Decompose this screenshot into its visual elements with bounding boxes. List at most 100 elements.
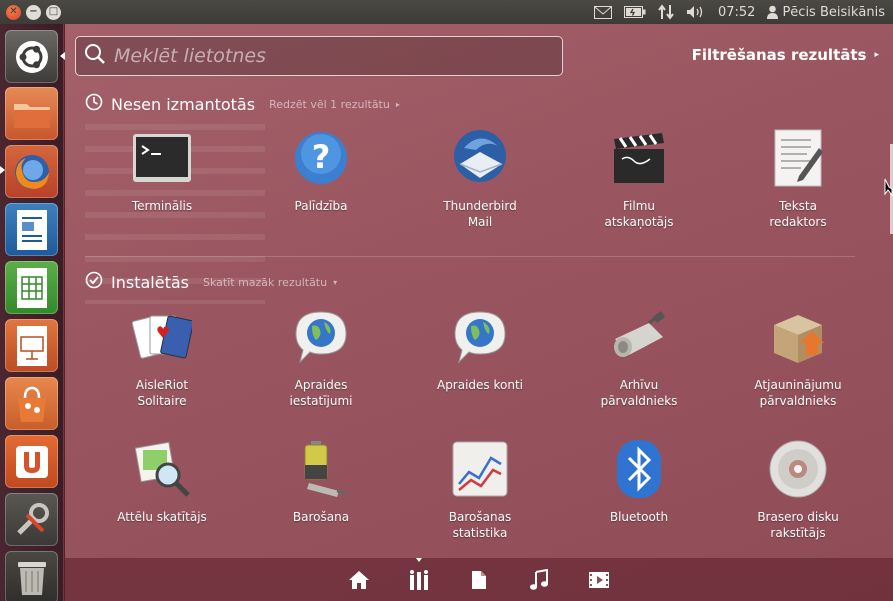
recent-section-header: Nesen izmantotās Redzēt vēl 1 rezultātu … — [85, 93, 400, 115]
files-icon[interactable] — [467, 568, 491, 592]
ubuntu-one-icon[interactable] — [5, 435, 58, 488]
user-menu[interactable]: Pēcis Beisikānis — [767, 5, 885, 20]
battery-icon[interactable] — [623, 6, 646, 18]
installed-section-title: Instalētās — [111, 272, 189, 292]
home-folder-icon[interactable] — [5, 87, 58, 140]
recent-more-label: Redzēt vēl 1 rezultātu — [269, 97, 390, 111]
app-tile-movie-player[interactable]: Filmu atskaņotājs — [574, 126, 704, 230]
window-controls: ✕ − □ — [0, 4, 61, 20]
power-battery-icon — [289, 437, 353, 501]
app-tile-help[interactable]: ? Palīdzība — [256, 126, 386, 214]
bluetooth-icon — [607, 437, 671, 501]
volume-icon[interactable] — [686, 5, 706, 19]
thunderbird-icon — [448, 126, 512, 190]
cards-icon: ♥ — [130, 305, 194, 369]
app-label: Barošana — [292, 510, 350, 524]
music-icon[interactable] — [527, 568, 551, 592]
indicator-area: 07:52 Pēcis Beisikānis — [593, 4, 893, 20]
app-tile-power-statistics[interactable]: Barošanas statistika — [415, 437, 545, 541]
active-lens-pip — [416, 558, 422, 562]
help-icon: ? — [289, 126, 353, 190]
minimize-icon[interactable]: − — [26, 4, 41, 20]
image-viewer-icon — [130, 437, 194, 501]
trash-icon[interactable] — [5, 551, 58, 601]
section-divider — [85, 256, 855, 257]
installed-less-label: Skatīt mazāk rezultātu — [202, 275, 328, 289]
svg-text:♥: ♥ — [156, 323, 170, 342]
chevron-right-icon: ▸ — [874, 50, 879, 60]
power-stats-icon — [448, 437, 512, 501]
mouse-cursor-icon — [884, 178, 893, 200]
dash: Filtrēšanas rezultāts ▸ Nesen izmantotās… — [65, 24, 893, 601]
applications-icon[interactable] — [407, 568, 431, 592]
software-center-icon[interactable] — [5, 377, 58, 430]
app-label: AisleRiot Solitaire — [135, 378, 189, 408]
app-label: Terminālis — [131, 199, 193, 213]
ubuntu-logo-icon[interactable] — [5, 30, 58, 83]
chevron-down-icon: ▾ — [333, 277, 338, 287]
recent-section-title: Nesen izmantotās — [111, 94, 256, 114]
running-pip — [0, 166, 5, 174]
maximize-icon[interactable]: □ — [46, 4, 61, 20]
text-editor-icon — [766, 126, 830, 190]
app-tile-aisleriot[interactable]: ♥ AisleRiot Solitaire — [97, 305, 227, 409]
installed-less-link[interactable]: Skatīt mazāk rezultātu ▾ — [203, 276, 337, 289]
installed-section-header: Instalētās Skatīt mazāk rezultātu ▾ — [85, 271, 337, 293]
app-label: Filmu atskaņotājs — [604, 199, 674, 229]
video-icon[interactable] — [587, 568, 611, 592]
update-box-icon — [766, 305, 830, 369]
firefox-icon[interactable] — [5, 145, 58, 198]
filter-results-button[interactable]: Filtrēšanas rezultāts ▸ — [692, 46, 879, 64]
user-name: Pēcis Beisikānis — [782, 4, 885, 20]
app-label: Thunderbird Mail — [443, 199, 517, 229]
app-tile-bluetooth[interactable]: Bluetooth — [574, 437, 704, 525]
clapperboard-icon — [607, 126, 671, 190]
search-box[interactable] — [75, 36, 563, 76]
launcher — [0, 24, 65, 601]
app-label: Palīdzība — [294, 199, 348, 213]
app-label: Teksta redaktors — [769, 199, 827, 229]
app-tile-broadcast-settings[interactable]: Apraides iestatījumi — [256, 305, 386, 409]
app-tile-broadcast-accounts[interactable]: Apraides konti — [415, 305, 545, 393]
app-tile-archive-manager[interactable]: Arhīvu pārvaldnieks — [574, 305, 704, 409]
svg-text:?: ? — [312, 138, 331, 176]
search-icon — [84, 43, 106, 69]
app-tile-power[interactable]: Barošana — [256, 437, 386, 525]
app-tile-update-manager[interactable]: Atjauninājumu pārvaldnieks — [733, 305, 863, 409]
app-tile-thunderbird[interactable]: Thunderbird Mail — [415, 126, 545, 230]
network-icon[interactable] — [658, 4, 674, 20]
app-label: Apraides konti — [436, 378, 524, 392]
broadcast-globe-icon — [448, 305, 512, 369]
app-label: Brasero disku rakstītājs — [757, 510, 839, 540]
clock[interactable]: 07:52 — [718, 5, 755, 20]
archive-icon — [607, 305, 671, 369]
disc-burner-icon — [766, 437, 830, 501]
close-icon[interactable]: ✕ — [6, 4, 21, 20]
app-tile-image-viewer[interactable]: Attēlu skatītājs — [97, 437, 227, 525]
app-label: Arhīvu pārvaldnieks — [600, 378, 678, 408]
recent-more-link[interactable]: Redzēt vēl 1 rezultātu ▸ — [269, 98, 400, 111]
calc-icon[interactable] — [5, 261, 58, 314]
impress-icon[interactable] — [5, 319, 58, 372]
writer-icon[interactable] — [5, 203, 58, 256]
terminal-icon — [130, 126, 194, 190]
clock-icon — [85, 93, 103, 115]
mail-icon[interactable] — [593, 5, 612, 19]
chevron-right-icon: ▸ — [395, 99, 400, 109]
app-tile-brasero[interactable]: Brasero disku rakstītājs — [733, 437, 863, 541]
search-input[interactable] — [114, 45, 534, 67]
app-tile-text-editor[interactable]: Teksta redaktors — [733, 126, 863, 230]
check-circle-icon — [85, 271, 103, 293]
top-panel: ✕ − □ 07:52 Pēcis Beisikānis — [0, 0, 893, 24]
broadcast-globe-icon — [289, 305, 353, 369]
app-tile-terminal[interactable]: Terminālis — [97, 126, 227, 214]
user-icon — [767, 5, 779, 19]
app-label: Bluetooth — [609, 510, 669, 524]
system-settings-icon[interactable] — [5, 493, 58, 546]
lens-bar — [65, 558, 893, 601]
filter-results-label: Filtrēšanas rezultāts — [691, 46, 867, 64]
app-label: Barošanas statistika — [448, 510, 512, 540]
home-icon[interactable] — [347, 568, 371, 592]
app-label: Attēlu skatītājs — [117, 510, 207, 524]
app-label: Apraides iestatījumi — [289, 378, 353, 408]
